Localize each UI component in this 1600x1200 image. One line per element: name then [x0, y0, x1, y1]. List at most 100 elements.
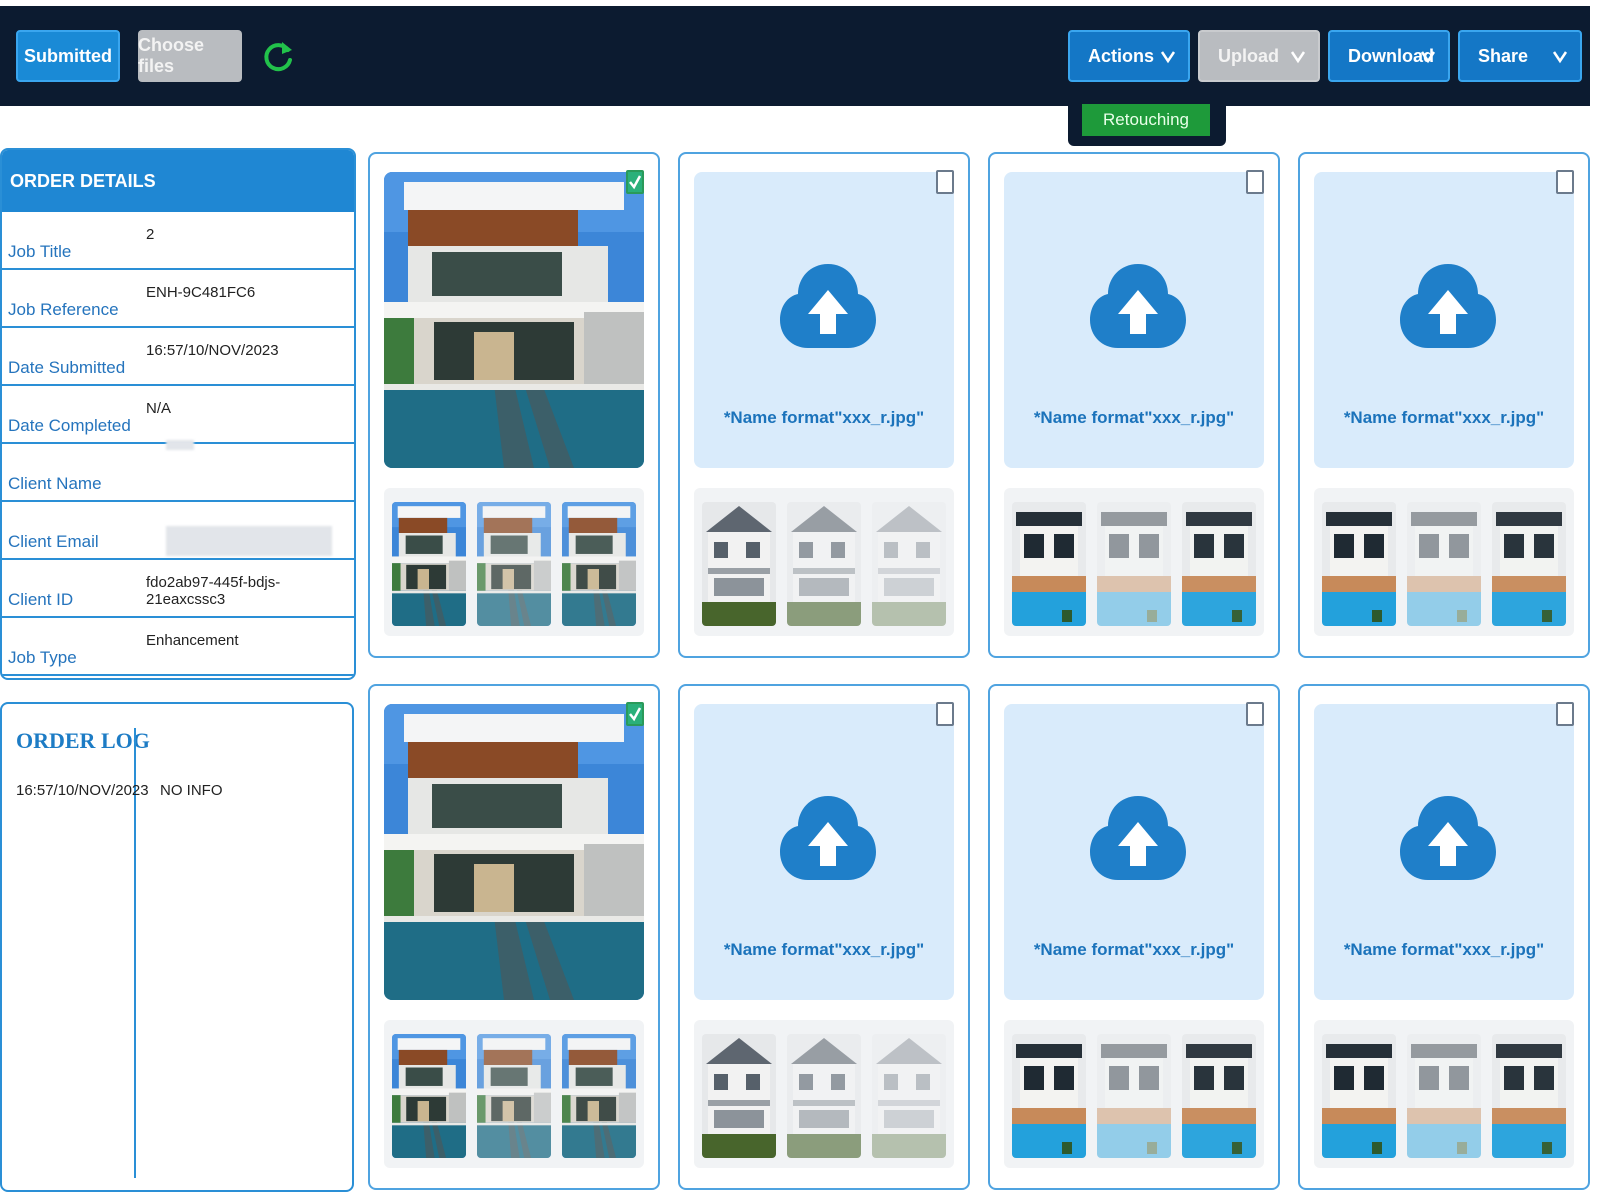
image-card[interactable] [368, 684, 660, 1190]
detail-row: Date Submitted 16:57/10/NOV/2023 [2, 328, 354, 386]
order-details-title: ORDER DETAILS [2, 150, 354, 212]
detail-label: Client Email [8, 532, 99, 551]
thumbnail[interactable] [872, 1034, 946, 1158]
detail-row: Job Type Enhancement [2, 618, 354, 676]
cloud-upload-icon [1400, 796, 1496, 880]
upload-card[interactable]: *Name format"xxx_r.jpg" [1298, 684, 1590, 1190]
thumbnail[interactable] [872, 502, 946, 626]
thumbnail[interactable] [562, 1034, 636, 1158]
upload-dropzone[interactable]: *Name format"xxx_r.jpg" [1314, 704, 1574, 1000]
thumbnail[interactable] [562, 502, 636, 626]
thumbnail[interactable] [787, 502, 861, 626]
thumbnail[interactable] [392, 502, 466, 626]
actions-dropdown[interactable]: Actions [1068, 30, 1190, 82]
select-checkbox[interactable] [1556, 170, 1574, 194]
name-format-hint: *Name format"xxx_r.jpg" [1343, 408, 1545, 427]
detail-value: ENH-9C481FC6 [146, 284, 256, 301]
choose-files-button[interactable]: Choose files [138, 30, 242, 82]
redacted-block [166, 440, 194, 450]
main-photo[interactable] [384, 704, 644, 1000]
thumbnail[interactable] [1407, 1034, 1481, 1158]
top-toolbar: Submitted Choose files Actions Upload Do… [0, 6, 1590, 106]
upload-card[interactable]: *Name format"xxx_r.jpg" [988, 152, 1280, 658]
thumbnail[interactable] [1012, 502, 1086, 626]
thumbnail-strip [1004, 1020, 1264, 1168]
thumbnail[interactable] [1407, 502, 1481, 626]
image-card[interactable] [368, 152, 660, 658]
refresh-icon[interactable] [260, 38, 296, 74]
thumbnail-strip [1314, 488, 1574, 636]
thumbnail[interactable] [1492, 1034, 1566, 1158]
thumbnail[interactable] [1322, 502, 1396, 626]
share-label: Share [1478, 45, 1529, 66]
upload-card[interactable]: *Name format"xxx_r.jpg" [678, 152, 970, 658]
upload-card[interactable]: *Name format"xxx_r.jpg" [988, 684, 1280, 1190]
upload-label: Upload [1218, 45, 1279, 66]
chevron-down-icon [1290, 51, 1306, 64]
thumbnail[interactable] [477, 502, 551, 626]
upload-dropzone[interactable]: *Name format"xxx_r.jpg" [1314, 172, 1574, 468]
select-checkbox[interactable] [1246, 170, 1264, 194]
thumbnail[interactable] [1182, 502, 1256, 626]
thumbnail[interactable] [1322, 1034, 1396, 1158]
detail-row: Date Completed N/A [2, 386, 354, 444]
download-dropdown[interactable]: Download [1328, 30, 1450, 82]
chevron-down-icon [1552, 51, 1568, 64]
upload-card[interactable]: *Name format"xxx_r.jpg" [678, 684, 970, 1190]
cloud-upload-icon [780, 264, 876, 348]
thumbnail[interactable] [1097, 502, 1171, 626]
upload-dropzone[interactable]: *Name format"xxx_r.jpg" [694, 172, 954, 468]
upload-dropzone[interactable]: *Name format"xxx_r.jpg" [1004, 704, 1264, 1000]
detail-value: 16:57/10/NOV/2023 [146, 342, 279, 359]
upload-dropdown[interactable]: Upload [1198, 30, 1320, 82]
select-checkbox[interactable] [626, 702, 644, 726]
cloud-upload-icon [1090, 796, 1186, 880]
upload-dropzone[interactable]: *Name format"xxx_r.jpg" [694, 704, 954, 1000]
thumbnail-strip [384, 1020, 644, 1168]
select-checkbox[interactable] [1556, 702, 1574, 726]
thumbnail-strip [694, 488, 954, 636]
thumbnail[interactable] [702, 502, 776, 626]
order-log-panel: ORDER LOG 16:57/10/NOV/2023 NO INFO [0, 702, 354, 1192]
detail-value: fdo2ab97-445f-bdjs-21eaxcssc3 [146, 574, 281, 608]
thumbnail[interactable] [1097, 1034, 1171, 1158]
thumbnail[interactable] [702, 1034, 776, 1158]
thumbnail[interactable] [477, 1034, 551, 1158]
select-checkbox[interactable] [1246, 702, 1264, 726]
detail-row: Job Title 2 [2, 212, 354, 270]
log-entry-info: NO INFO [160, 782, 223, 799]
upload-dropzone[interactable]: *Name format"xxx_r.jpg" [1004, 172, 1264, 468]
cloud-upload-icon [1400, 264, 1496, 348]
order-log-title: ORDER LOG [16, 728, 150, 753]
thumbnail[interactable] [1492, 502, 1566, 626]
submitted-button[interactable]: Submitted [16, 30, 120, 82]
share-dropdown[interactable]: Share [1458, 30, 1582, 82]
check-icon [629, 707, 642, 722]
select-checkbox[interactable] [936, 170, 954, 194]
check-icon [629, 175, 642, 190]
thumbnail[interactable] [1182, 1034, 1256, 1158]
actions-label: Actions [1088, 45, 1155, 66]
thumbnail[interactable] [392, 1034, 466, 1158]
detail-label: Client ID [8, 590, 74, 609]
chevron-down-icon [1420, 51, 1436, 64]
upload-card[interactable]: *Name format"xxx_r.jpg" [1298, 152, 1590, 658]
thumbnail-strip [1314, 1020, 1574, 1168]
detail-value: N/A [146, 400, 172, 417]
detail-label: Date Submitted [8, 358, 126, 377]
name-format-hint: *Name format"xxx_r.jpg" [723, 940, 925, 959]
detail-value: Enhancement [146, 632, 239, 649]
log-entry-time: 16:57/10/NOV/2023 [16, 782, 149, 799]
select-checkbox[interactable] [626, 170, 644, 194]
main-photo[interactable] [384, 172, 644, 468]
cloud-upload-icon [780, 796, 876, 880]
chevron-down-icon [1160, 51, 1176, 64]
name-format-hint: *Name format"xxx_r.jpg" [1343, 940, 1545, 959]
actions-menu: Retouching [1068, 90, 1226, 146]
thumbnail[interactable] [787, 1034, 861, 1158]
thumbnail[interactable] [1012, 1034, 1086, 1158]
menu-item-retouching[interactable]: Retouching [1082, 104, 1210, 136]
name-format-hint: *Name format"xxx_r.jpg" [1033, 408, 1235, 427]
name-format-hint: *Name format"xxx_r.jpg" [1033, 940, 1235, 959]
select-checkbox[interactable] [936, 702, 954, 726]
